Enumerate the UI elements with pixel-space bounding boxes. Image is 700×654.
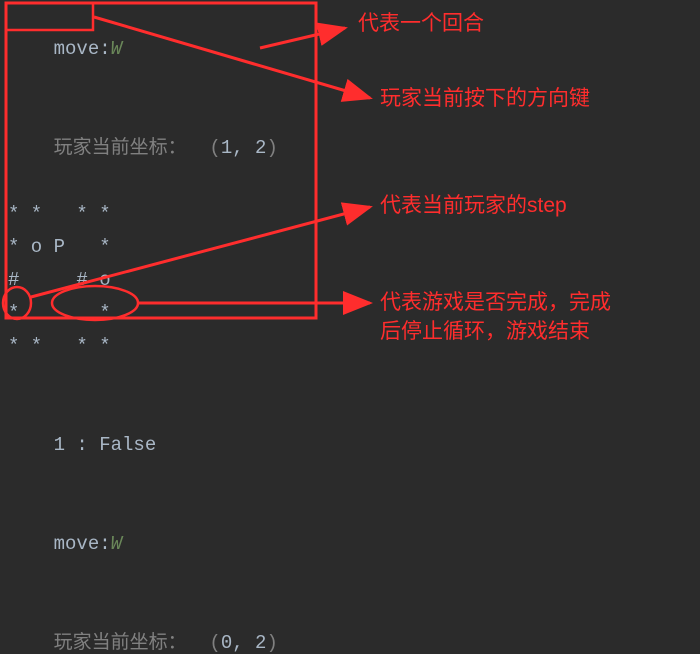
coord-label-suffix: ) [266,632,277,654]
move-command-line: move:W [0,495,700,594]
coord-line: 玩家当前坐标： (1, 2) [0,99,700,198]
coord-value: 1, 2 [221,137,267,159]
status-value: False [99,434,156,456]
blank-line [0,363,700,396]
annotation-gameover-line2: 后停止循环，游戏结束 [380,318,590,346]
coord-value: 0, 2 [221,632,267,654]
annotation-key: 玩家当前按下的方向键 [380,85,590,113]
coord-label-prefix: 玩家当前坐标： ( [54,632,221,654]
status-step: 1 : [54,434,100,456]
annotation-turn: 代表一个回合 [358,10,484,38]
move-label: move: [54,533,111,555]
move-command-line: move:W [0,0,700,99]
map-row: * o P * [0,231,700,264]
map-row: * * * * [0,198,700,231]
move-value: W [111,38,122,60]
coord-line: 玩家当前坐标： (0, 2) [0,594,700,654]
status-line: 1 : False [0,396,700,495]
map-row: * * * * [0,330,700,363]
annotation-step: 代表当前玩家的step [380,192,567,220]
coord-label-prefix: 玩家当前坐标： ( [54,137,221,159]
annotation-gameover-line1: 代表游戏是否完成，完成 [380,289,611,317]
coord-label-suffix: ) [266,137,277,159]
terminal-output: move:W 玩家当前坐标： (1, 2) * * * * * o P * # … [0,0,700,654]
move-value: W [111,533,122,555]
move-label: move: [54,38,111,60]
